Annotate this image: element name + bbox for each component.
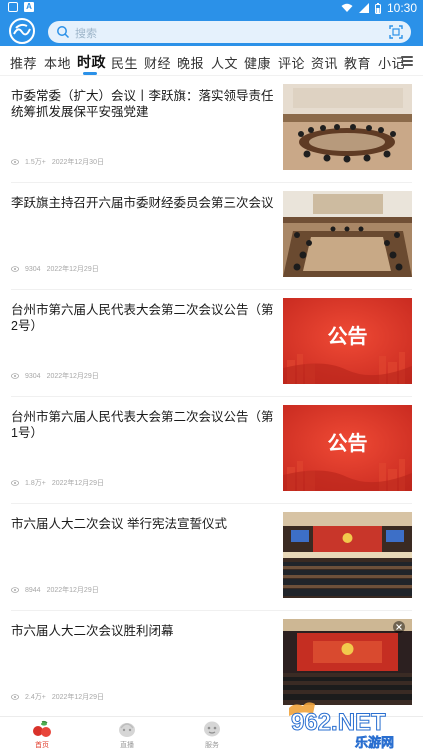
news-meta: 1.5万+ 2022年12月30日: [11, 157, 104, 167]
views-icon: [11, 480, 19, 486]
scan-icon[interactable]: [389, 25, 403, 39]
active-tab-indicator: [83, 72, 97, 75]
news-views: 9304: [25, 372, 41, 380]
category-tabs: 推荐 本地 时政 民生 财经 晚报 人文 健康 评论 资讯 教育 小记: [0, 46, 423, 76]
news-date: 2022年12月29日: [51, 694, 104, 701]
nav-service-label: 服务: [205, 742, 219, 749]
nav-home-label: 首页: [35, 742, 49, 749]
news-item[interactable]: 台州市第六届人民代表大会第二次会议公告（第2号） 9304 2022年12月29…: [0, 290, 423, 397]
watermark-subtext: 乐游网: [355, 735, 394, 750]
news-date: 2022年12月29日: [46, 266, 99, 273]
status-time: 10:30: [386, 1, 417, 15]
watermark-text: 962.NET: [291, 709, 386, 736]
home-cherry-icon: [33, 720, 51, 737]
nav-service[interactable]: 服务: [192, 720, 232, 750]
tab-culture[interactable]: 人文: [211, 53, 238, 72]
news-item[interactable]: 市委常委（扩大）会议丨李跃旗：落实领导责任 统筹抓发展保平安强党建 1.5万+ …: [0, 76, 423, 183]
news-date: 2022年12月30日: [51, 159, 104, 166]
tab-finance[interactable]: 财经: [144, 53, 171, 72]
tab-information[interactable]: 资讯: [311, 53, 338, 72]
news-item[interactable]: 市六届人大二次会议 举行宪法宣誓仪式 8944 2022年12月29日: [0, 504, 423, 611]
news-title: 市六届人大二次会议胜利闭幕: [11, 624, 174, 638]
signal-icon: [358, 3, 369, 13]
views-icon: [11, 373, 19, 379]
nav-home[interactable]: 首页: [22, 720, 62, 750]
tab-commentary[interactable]: 评论: [278, 53, 305, 72]
news-meta: 2.4万+ 2022年12月29日: [11, 692, 104, 702]
notice-thumb-text: 公告: [328, 432, 368, 455]
tab-education[interactable]: 教育: [344, 53, 371, 72]
news-title: 台州市第六届人民代表大会第二次会议公告（第2号）: [11, 303, 274, 333]
wifi-icon: [341, 3, 353, 12]
views-icon: [11, 587, 19, 593]
notification-icon: [8, 2, 18, 12]
live-icon: [119, 723, 135, 737]
search-placeholder: 搜索: [75, 28, 97, 40]
tab-local[interactable]: 本地: [44, 53, 71, 72]
views-icon: [11, 266, 19, 272]
tab-recommend[interactable]: 推荐: [10, 53, 37, 72]
battery-icon: [374, 2, 381, 14]
notice-thumbnail: 公告: [283, 405, 412, 491]
nav-live-label: 直播: [120, 742, 134, 749]
nav-live[interactable]: 直播: [107, 720, 147, 750]
news-meta: 1.8万+ 2022年12月29日: [11, 478, 104, 488]
news-views: 2.4万+: [25, 694, 46, 701]
news-views: 9304: [25, 265, 41, 273]
views-icon: [11, 159, 19, 165]
app-logo-icon[interactable]: [8, 18, 36, 44]
app-header: A 10:30 搜索: [0, 0, 423, 46]
news-thumbnail: [283, 512, 412, 598]
tab-livelihood[interactable]: 民生: [111, 53, 138, 72]
news-meta: 9304 2022年12月29日: [11, 264, 99, 274]
news-date: 2022年12月29日: [46, 373, 99, 380]
tab-health[interactable]: 健康: [244, 53, 271, 72]
notice-thumb-text: 公告: [328, 325, 368, 348]
status-badge: A: [24, 2, 34, 12]
tab-evening-news[interactable]: 晚报: [177, 53, 204, 72]
news-meta: 8944 2022年12月29日: [11, 585, 99, 595]
tab-politics[interactable]: 时政: [77, 52, 106, 72]
news-item[interactable]: 台州市第六届人民代表大会第二次会议公告（第1号） 1.8万+ 2022年12月2…: [0, 397, 423, 504]
menu-icon[interactable]: [401, 56, 413, 66]
news-meta: 9304 2022年12月29日: [11, 371, 99, 381]
news-title: 李跃旗主持召开六届市委财经委员会第三次会议: [11, 196, 274, 210]
news-views: 1.5万+: [25, 159, 46, 166]
news-date: 2022年12月29日: [51, 480, 104, 487]
site-watermark-logo: 962.NET 乐游网: [289, 702, 394, 750]
news-title: 台州市第六届人民代表大会第二次会议公告（第1号）: [11, 410, 274, 440]
search-icon: [57, 26, 70, 39]
notice-thumbnail: 公告: [283, 298, 412, 384]
service-icon: [204, 721, 220, 737]
search-bar[interactable]: 搜索: [48, 21, 411, 43]
views-icon: [11, 694, 19, 700]
news-views: 1.8万+: [25, 480, 46, 487]
news-date: 2022年12月29日: [46, 587, 99, 594]
news-title: 市六届人大二次会议 举行宪法宣誓仪式: [11, 517, 227, 531]
news-title: 市委常委（扩大）会议丨李跃旗：落实领导责任 统筹抓发展保平安强党建: [11, 89, 274, 119]
news-views: 8944: [25, 586, 41, 594]
close-icon[interactable]: [393, 621, 405, 633]
status-bar: A 10:30: [0, 0, 423, 16]
news-item[interactable]: 李跃旗主持召开六届市委财经委员会第三次会议 9304 2022年12月29日: [0, 183, 423, 290]
news-thumbnail: [283, 84, 412, 170]
news-thumbnail: [283, 191, 412, 277]
